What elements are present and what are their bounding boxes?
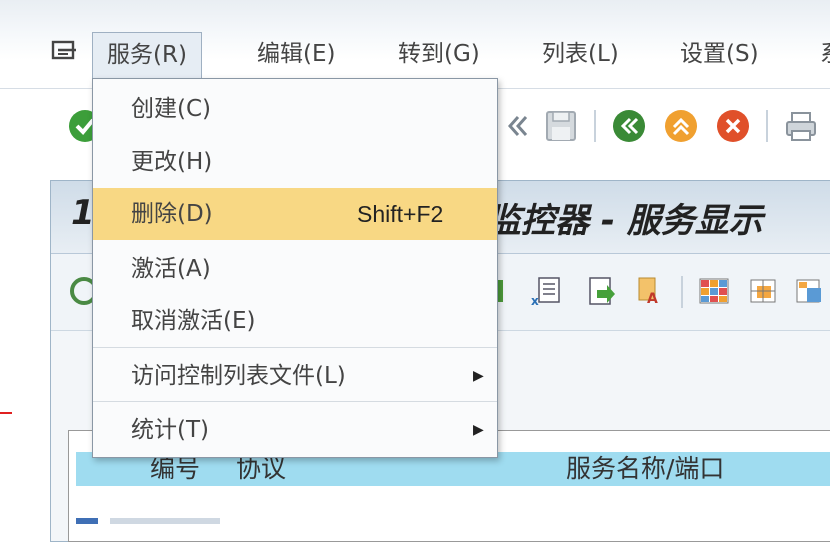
menu-system[interactable]: 系 <box>806 32 830 76</box>
save-icon[interactable] <box>542 107 580 145</box>
table-row[interactable] <box>76 514 220 524</box>
back-icon[interactable] <box>610 107 648 145</box>
menu-item-activate[interactable]: 激活(A) <box>93 243 497 295</box>
grid-icon[interactable] <box>697 274 731 308</box>
layout-change-icon[interactable]: A <box>635 274 669 308</box>
menu-goto[interactable]: 转到(G) <box>384 32 494 76</box>
menu-item-label: 激活(A) <box>131 256 211 282</box>
menu-item-change[interactable]: 更改(H) <box>93 136 497 188</box>
menu-list[interactable]: 列表(L) <box>528 32 633 76</box>
menu-item-label: 删除(D) <box>131 201 213 227</box>
svg-text:x: x <box>531 294 539 308</box>
menu-bar: 服务(R) 编辑(E) 转到(G) 列表(L) 设置(S) 系 <box>0 28 830 84</box>
menu-item-label: 统计(T) <box>131 417 209 443</box>
toolbar-separator <box>766 110 768 142</box>
toolbar-separator <box>594 110 596 142</box>
menu-item-label: 取消激活(E) <box>131 308 256 334</box>
menu-item-label: 更改(H) <box>131 149 213 175</box>
menu-item-label: 创建(C) <box>131 96 212 122</box>
menu-separator <box>93 347 497 348</box>
menu-item-delete[interactable]: 删除(D) Shift+F2 <box>93 188 497 240</box>
layout-icon[interactable] <box>745 274 779 308</box>
download-icon[interactable] <box>585 274 619 308</box>
menu-item-label: 访问控制列表文件(L) <box>131 363 346 389</box>
menu-settings[interactable]: 设置(S) <box>666 32 773 76</box>
menu-service[interactable]: 服务(R) <box>92 32 202 78</box>
row-cell <box>110 518 220 524</box>
menu-separator <box>93 401 497 402</box>
exit-icon[interactable] <box>662 107 700 145</box>
sap-window: 服务(R) 编辑(E) 转到(G) 列表(L) 设置(S) 系 <box>0 0 830 542</box>
toolbar-separator <box>681 276 683 308</box>
submenu-arrow-icon: ▶ <box>473 368 484 384</box>
menu-item-statistics[interactable]: 统计(T) ▶ <box>93 404 497 456</box>
edge-marker <box>0 412 12 414</box>
column-header-service-port[interactable]: 服务名称/端口 <box>566 452 724 486</box>
svg-text:A: A <box>647 291 658 307</box>
page-title: 监控器 - 服务显示 <box>487 201 763 241</box>
cancel-icon[interactable] <box>714 107 752 145</box>
menu-item-create[interactable]: 创建(C) <box>93 83 497 135</box>
shortcut-label: Shift+F2 <box>357 201 444 227</box>
menu-item-acl-file[interactable]: 访问控制列表文件(L) ▶ <box>93 350 497 402</box>
row-selector[interactable] <box>76 518 98 524</box>
system-menu-icon[interactable] <box>50 38 78 64</box>
print-icon[interactable] <box>782 107 820 145</box>
layout-alt-icon[interactable] <box>793 274 827 308</box>
menu-edit[interactable]: 编辑(E) <box>243 32 349 76</box>
service-dropdown-menu: 创建(C) 更改(H) 删除(D) Shift+F2 激活(A) 取消激活(E)… <box>92 78 498 458</box>
excel-export-icon[interactable]: x <box>529 274 563 308</box>
back-arrows-icon[interactable] <box>496 107 534 145</box>
menu-item-deactivate[interactable]: 取消激活(E) <box>93 295 497 347</box>
submenu-arrow-icon: ▶ <box>473 422 484 438</box>
